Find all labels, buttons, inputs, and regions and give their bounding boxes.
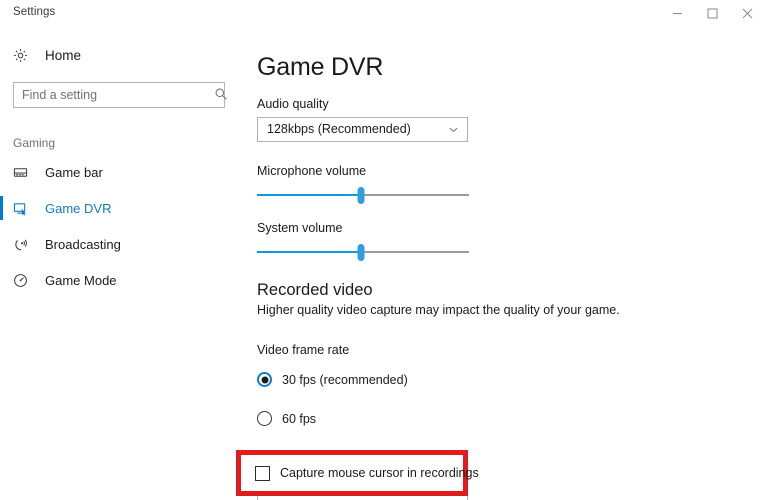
video-frame-rate-label: Video frame rate	[257, 342, 350, 357]
game-mode-icon	[13, 273, 35, 288]
frame-rate-option-60fps[interactable]: 60 fps	[257, 408, 765, 430]
capture-cursor-label: Capture mouse cursor in recordings	[280, 466, 479, 480]
chevron-down-icon	[448, 124, 459, 135]
gear-icon	[13, 48, 35, 63]
frame-rate-option-30fps[interactable]: 30 fps (recommended)	[257, 369, 765, 391]
sidebar-item-game-mode[interactable]: Game Mode	[0, 262, 248, 298]
main-content: Game DVR Audio quality 128kbps (Recommen…	[248, 30, 765, 500]
minimize-button[interactable]	[660, 0, 695, 27]
sidebar: Home Gaming	[0, 30, 248, 500]
selection-indicator	[0, 196, 3, 220]
close-button[interactable]	[730, 0, 765, 27]
slider-fill	[257, 250, 361, 253]
microphone-volume-label: Microphone volume	[257, 163, 367, 178]
audio-quality-label: Audio quality	[257, 96, 329, 111]
frame-rate-option-label: 60 fps	[282, 411, 317, 426]
search-input[interactable]	[13, 82, 225, 108]
capture-cursor-highlight: Capture mouse cursor in recordings	[236, 450, 479, 496]
game-bar-icon	[13, 165, 35, 180]
sidebar-item-label: Game DVR	[45, 200, 112, 216]
page-title: Game DVR	[257, 53, 384, 81]
system-volume-slider[interactable]	[257, 241, 469, 263]
sidebar-item-broadcasting[interactable]: Broadcasting	[0, 226, 248, 262]
sidebar-item-game-dvr[interactable]: Game DVR	[0, 190, 248, 226]
radio-button-selected[interactable]	[257, 372, 272, 387]
recorded-video-description: Higher quality video capture may impact …	[257, 302, 620, 317]
microphone-volume-slider[interactable]	[257, 184, 469, 206]
sidebar-item-label: Game Mode	[45, 272, 117, 288]
maximize-button[interactable]	[695, 0, 730, 27]
broadcast-icon	[13, 237, 35, 252]
maximize-icon	[707, 8, 718, 19]
frame-rate-option-label: 30 fps (recommended)	[282, 372, 408, 387]
recorded-video-heading: Recorded video	[257, 280, 373, 299]
minimize-icon	[672, 8, 683, 19]
window-controls	[660, 0, 765, 30]
slider-thumb[interactable]	[357, 186, 365, 204]
search-container	[13, 82, 235, 108]
audio-quality-value: 128kbps (Recommended)	[267, 122, 411, 136]
system-volume-label: System volume	[257, 220, 343, 235]
sidebar-item-label: Broadcasting	[45, 236, 121, 252]
sidebar-group-header: Gaming	[13, 136, 56, 150]
title-bar: Settings	[0, 0, 765, 30]
sidebar-item-game-bar[interactable]: Game bar	[0, 154, 248, 190]
slider-thumb[interactable]	[357, 243, 365, 261]
radio-button-unselected[interactable]	[257, 411, 272, 426]
sidebar-item-label: Game bar	[45, 164, 103, 180]
sidebar-item-home[interactable]: Home	[0, 40, 248, 70]
capture-cursor-checkbox[interactable]	[255, 465, 270, 481]
window-title: Settings	[13, 6, 56, 18]
game-dvr-icon	[13, 201, 35, 216]
audio-quality-dropdown[interactable]: 128kbps (Recommended)	[257, 116, 468, 142]
slider-fill	[257, 193, 361, 196]
sidebar-home-label: Home	[45, 47, 82, 63]
close-icon	[742, 8, 753, 19]
